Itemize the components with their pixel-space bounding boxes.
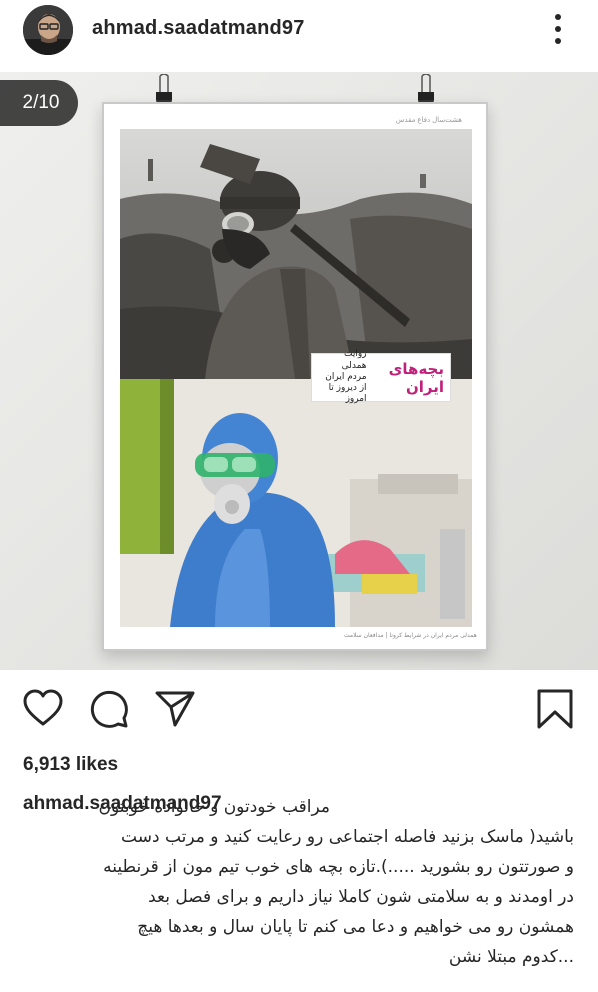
soldier-gas-mask-image [120, 129, 472, 379]
bookmark-icon[interactable] [534, 688, 576, 730]
poster-logo-line3: از دیروز تا امروز [328, 383, 367, 405]
heart-icon[interactable] [22, 688, 64, 730]
caption-line-5: همشون رو می خواهیم و دعا می کنم تا پایان… [137, 917, 574, 937]
header-username[interactable]: ahmad.saadatmand97 [92, 17, 305, 40]
poster-logo-text: روایت همدلی مردم ایران از دیروز تا امروز [318, 349, 367, 405]
caption-line-3: و صورتتون رو بشورید .....).تازه بچه های … [103, 857, 574, 877]
carousel-counter: 2/10 [0, 80, 78, 126]
avatar[interactable] [23, 5, 73, 55]
vertical-ellipsis-icon[interactable] [550, 12, 566, 46]
post-media[interactable]: 2/10 هشت‌سال دفاع مقدس [0, 72, 598, 670]
profile-photo-icon [23, 5, 73, 55]
poster-photo-medic [120, 379, 472, 627]
poster: هشت‌سال دفاع مقدس [102, 102, 488, 651]
poster-footer: همدلی مردم ایران در شرایط کرونا | مدافعا… [344, 632, 477, 639]
poster-logo-box: بچه‌های ایران روایت همدلی مردم ایران از … [311, 349, 451, 404]
poster-logo-mark: بچه‌های ایران [388, 359, 444, 396]
medic-ppe-image [120, 379, 472, 627]
comment-icon[interactable] [88, 688, 130, 730]
poster-top-note: هشت‌سال دفاع مقدس [395, 117, 462, 124]
caption-line-1: مراقب خودتون و خانواده خوبتون [98, 797, 330, 817]
caption-line-2: باشید( ماسک بزنید فاصله اجتماعی رو رعایت… [121, 827, 574, 847]
caption-line-4: در اومدند و به سلامتی شون کاملا نیاز دار… [148, 887, 574, 907]
caption-line-6: ...کدوم مبتلا نشن [448, 947, 574, 967]
poster-logo-line1: روایت همدلی [341, 349, 367, 371]
send-icon[interactable] [154, 688, 196, 730]
poster-logo-line2: مردم ایران [325, 371, 367, 382]
likes-count[interactable]: 6,913 likes [23, 754, 118, 776]
caption-text: مراقب خودتون و خانواده خوبتون باشید( ماس… [18, 792, 574, 972]
poster-photo-soldier [120, 129, 472, 379]
post-header: ahmad.saadatmand97 [0, 0, 598, 66]
action-bar [0, 680, 598, 736]
